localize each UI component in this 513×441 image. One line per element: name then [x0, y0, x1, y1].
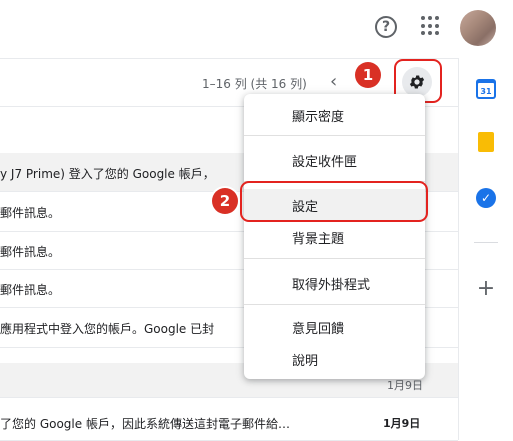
avatar[interactable]: [460, 10, 496, 46]
side-panel-divider: [474, 242, 498, 243]
pagination-label: 1–16 列 (共 16 列): [202, 77, 307, 91]
chevron-left-icon[interactable]: ‹: [330, 71, 337, 92]
step-badge-2: 2: [212, 188, 238, 214]
menu-item-themes[interactable]: 背景主題: [292, 228, 344, 247]
step-badge-1: 1: [355, 62, 381, 88]
menu-item-feedback[interactable]: 意見回饋: [292, 318, 344, 337]
menu-divider: [244, 135, 425, 136]
menu-divider: [244, 258, 425, 259]
email-snippet: 郵件訊息。: [0, 283, 61, 297]
email-snippet: 了您的 Google 帳戶，因此系統傳送這封電子郵件給…: [0, 417, 290, 431]
side-panel: [458, 58, 513, 440]
settings-item-highlight-frame: [240, 181, 428, 222]
email-date: 1月9日: [387, 379, 423, 392]
email-snippet: 郵件訊息。: [0, 206, 61, 220]
calendar-icon[interactable]: 31: [476, 79, 496, 99]
email-snippet: 郵件訊息。: [0, 245, 61, 259]
tasks-icon[interactable]: ✓: [476, 188, 496, 208]
menu-item-configure-inbox[interactable]: 設定收件匣: [292, 151, 357, 170]
apps-grid-icon[interactable]: [421, 16, 441, 36]
email-date: 1月9日: [383, 417, 421, 430]
add-addon-icon[interactable]: +: [476, 276, 496, 301]
help-icon[interactable]: ?: [375, 16, 397, 38]
email-row[interactable]: 了您的 Google 帳戶，因此系統傳送這封電子郵件給… 1月9日: [0, 407, 458, 441]
email-snippet: y J7 Prime) 登入了您的 Google 帳戶，: [0, 167, 215, 181]
settings-menu: 顯示密度 設定收件匣 設定 背景主題 取得外掛程式 意見回饋 說明: [244, 94, 425, 379]
menu-item-display-density[interactable]: 顯示密度: [292, 106, 344, 125]
menu-item-help[interactable]: 說明: [292, 350, 318, 369]
keep-icon[interactable]: [478, 132, 494, 152]
calendar-day-label: 31: [480, 87, 492, 96]
menu-divider: [244, 304, 425, 305]
email-snippet: 應用程式中登入您的帳戶。Google 已封: [0, 322, 215, 336]
menu-item-get-addons[interactable]: 取得外掛程式: [292, 274, 370, 293]
